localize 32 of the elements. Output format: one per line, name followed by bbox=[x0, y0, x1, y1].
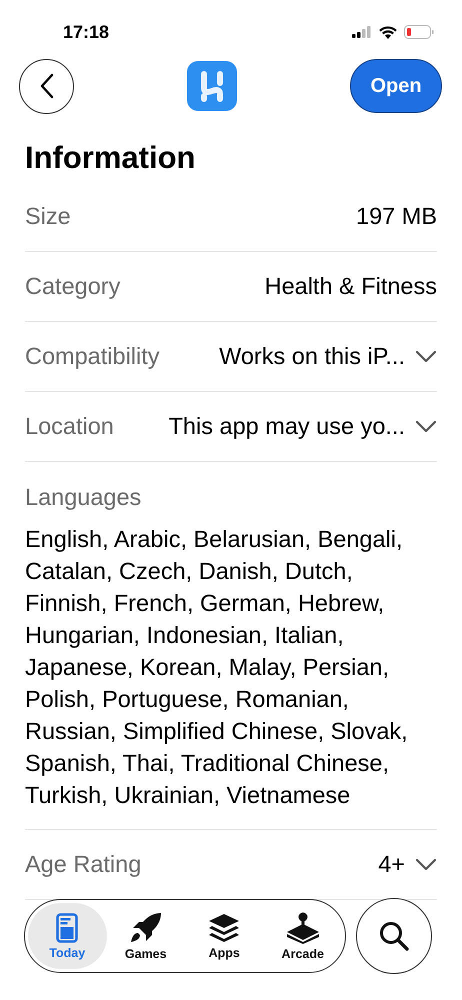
chevron-down-icon[interactable] bbox=[415, 350, 437, 363]
tab[interactable]: Games bbox=[106, 903, 185, 969]
row-label: Category bbox=[25, 273, 120, 300]
row-label: Location bbox=[25, 413, 114, 440]
row-label: Size bbox=[25, 203, 71, 230]
joystick-icon bbox=[286, 912, 320, 944]
chevron-down-icon[interactable] bbox=[415, 420, 437, 433]
open-button[interactable]: Open bbox=[350, 59, 442, 113]
row-label: Age Rating bbox=[25, 851, 142, 878]
signal-icon bbox=[352, 26, 372, 38]
row-label: Languages bbox=[25, 484, 142, 511]
stack-icon bbox=[208, 912, 240, 942]
search-icon bbox=[378, 920, 410, 952]
row-value: Works on this iP... bbox=[219, 343, 405, 370]
chevron-down-icon[interactable] bbox=[415, 858, 437, 871]
tab[interactable]: Today bbox=[28, 903, 106, 969]
back-chevron-icon bbox=[38, 73, 54, 99]
row-value: 197 MB bbox=[356, 203, 437, 230]
row-value: 4+ bbox=[378, 851, 405, 878]
wifi-icon bbox=[379, 26, 397, 38]
tab[interactable]: Apps bbox=[185, 903, 264, 969]
clock-time: 17:18 bbox=[63, 22, 110, 42]
tab[interactable]: Arcade bbox=[264, 903, 342, 969]
rocket-icon bbox=[128, 912, 163, 944]
app-icon bbox=[187, 61, 237, 111]
row-label: Compatibility bbox=[25, 343, 160, 370]
row-value: This app may use yo... bbox=[168, 413, 405, 440]
languages-text: English, Arabic, Belarusian, Bengali, Catalan, Czech, Danish, Dutch, Finnish, French, German, Hebrew, Hungarian, Indonesian, Italian, Japanese, Korean, Malay, Persian, Polish, Portuguese, Romanian, Russian, Simplified Chinese, Slovak, Spanish, Thai, Traditional Chinese, Turkish, Ukrainian, Vietnamese bbox=[25, 525, 409, 810]
today-icon bbox=[56, 912, 78, 942]
row-value: Health & Fitness bbox=[264, 273, 437, 300]
section-title: Information bbox=[25, 140, 196, 176]
battery-icon bbox=[404, 25, 434, 39]
